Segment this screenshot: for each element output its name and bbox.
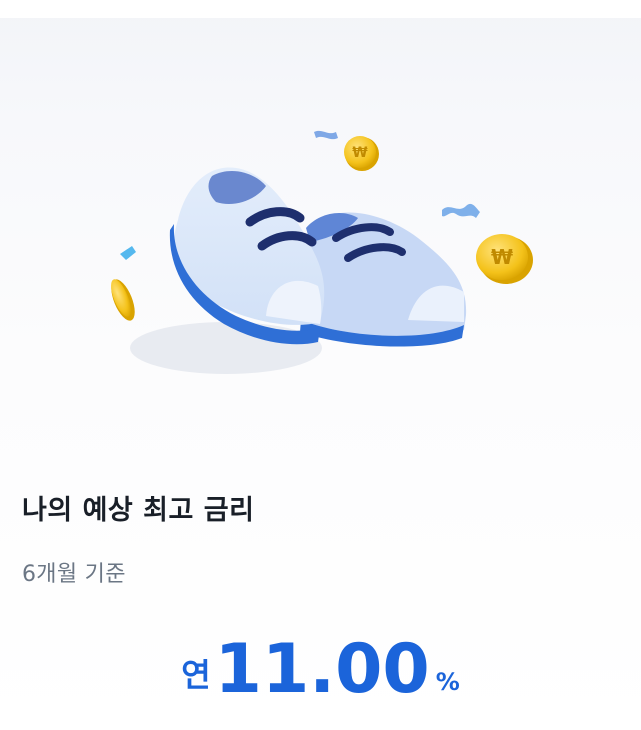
rate-prefix: 연 — [181, 656, 211, 694]
coin-right-icon: ₩ — [476, 234, 533, 284]
rate-value: 11.00 — [214, 630, 430, 709]
coin-left-icon — [111, 279, 135, 321]
coin-top-icon: ₩ — [344, 136, 379, 171]
sneakers-illustration: ₩ ₩ — [96, 110, 556, 400]
confetti-top-icon — [314, 130, 338, 140]
top-strip — [0, 0, 641, 18]
confetti-right-icon — [442, 203, 480, 218]
page: ₩ ₩ 나의 예상 최고 금리 6개월 기준 연11.00% — [0, 0, 641, 730]
svg-text:₩: ₩ — [491, 245, 513, 269]
svg-text:₩: ₩ — [352, 145, 368, 161]
interest-rate: 연11.00% — [0, 630, 641, 709]
shoe-shadow — [130, 322, 322, 374]
page-title: 나의 예상 최고 금리 — [22, 495, 255, 526]
period-subtitle: 6개월 기준 — [22, 562, 126, 587]
rate-unit: % — [435, 668, 460, 696]
left-shoe — [169, 167, 325, 345]
confetti-left-icon — [120, 246, 136, 260]
right-shoe — [299, 212, 467, 347]
